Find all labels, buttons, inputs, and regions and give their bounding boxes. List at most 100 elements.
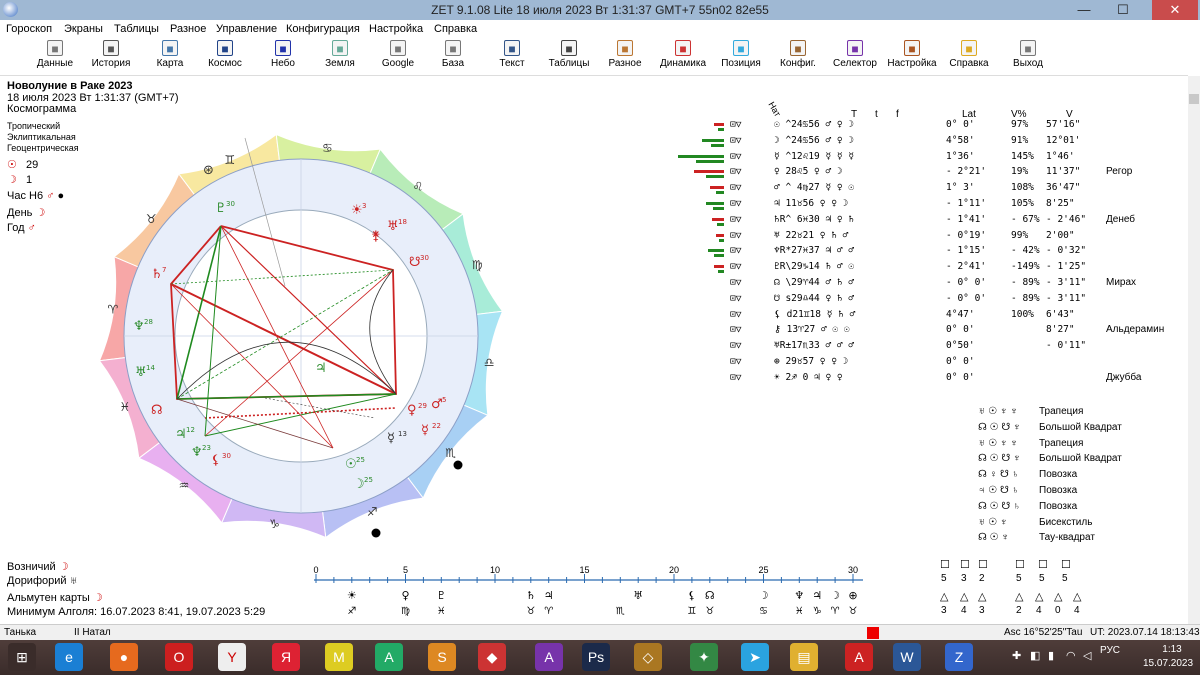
telegram-icon[interactable]: ➤ <box>741 643 769 671</box>
photoshop-icon[interactable]: Ps <box>582 643 610 671</box>
venus-icon[interactable]: ♀ <box>407 403 417 418</box>
minimize-button[interactable]: — <box>1066 0 1102 20</box>
asteroid-icon[interactable]: ⚵ <box>371 229 381 244</box>
config-name[interactable]: Большой Квадрат <box>1039 422 1122 433</box>
table-row[interactable]: ⊡▽ ♇R\29♑14 ♄ ♂ ☉ - 2°41' -149% - 1'25" <box>676 260 1156 275</box>
table-row[interactable]: ⊡▽ ♆R*27♓37 ♃ ♂ ♂ - 1°15' - 42% - 0'32" <box>676 244 1156 259</box>
table-row[interactable]: ⊡▽ ♀ 28♌5 ♀ ♂ ☽ - 2°21' 19% 11'37" Регор <box>676 165 1156 180</box>
mercury-dark-icon[interactable]: ☿ <box>387 431 395 446</box>
table-row[interactable]: ⊡▽ ☽ ^24♋56 ♂ ♀ ☽ 4°58' 91% 12°01' <box>676 134 1156 149</box>
menu-control[interactable]: Управление <box>216 23 277 35</box>
toolbar-dynamics-button[interactable]: ■ Динамика <box>655 40 711 74</box>
toolbar-map-button[interactable]: ■ Карта <box>142 40 198 74</box>
config-name[interactable]: Тау-квадрат <box>1039 532 1095 543</box>
table-row[interactable]: ⊡▽ ☿ ^12♌19 ☿ ☿ ☿ 1°36' 145% 1°46' <box>676 150 1156 165</box>
config-name[interactable]: Трапеция <box>1039 438 1083 449</box>
vertical-scrollbar[interactable] <box>1188 76 1200 624</box>
yandex-browser-icon[interactable]: Y <box>218 643 246 671</box>
toolbar-selector-button[interactable]: ■ Селектор <box>827 40 883 74</box>
app-icon[interactable]: A <box>375 643 403 671</box>
maximize-button[interactable]: ☐ <box>1105 0 1141 20</box>
wifi-icon[interactable]: ◠ <box>1066 649 1076 662</box>
zet-icon[interactable]: Z <box>945 643 973 671</box>
toolbar-data-button[interactable]: ■ Данные <box>27 40 83 74</box>
toolbar-earth-button[interactable]: ■ Земля <box>312 40 368 74</box>
menu-help[interactable]: Справка <box>434 23 477 35</box>
opera-icon[interactable]: O <box>165 643 193 671</box>
sun-icon[interactable]: ☉ <box>345 457 357 472</box>
tray-icon[interactable]: ▮ <box>1048 649 1054 662</box>
pluto-icon[interactable]: ♇ <box>215 201 227 216</box>
start-icon[interactable]: ⊞ <box>8 643 36 671</box>
vertex-icon[interactable]: ♆ <box>191 445 203 460</box>
table-row[interactable]: ⊡▽ ♅ 22♉21 ♀ ♄ ♂ - 0°19' 99% 2'00" <box>676 229 1156 244</box>
config-name[interactable]: Бисекстиль <box>1039 517 1092 528</box>
yandex-icon[interactable]: Я <box>272 643 300 671</box>
toolbar-tables-button[interactable]: ■ Таблицы <box>541 40 597 74</box>
south-node-icon[interactable]: ☋ <box>409 255 421 270</box>
config-name[interactable]: Повозка <box>1039 501 1077 512</box>
table-row[interactable]: ⊡▽ ⊕ 29♉57 ♀ ♀ ☽ 0° 0' <box>676 355 1156 370</box>
neptune-icon[interactable]: ♆ <box>133 319 145 334</box>
table-row[interactable]: ⊡▽ ♄R^ 6♓30 ♃ ♀ ♄ - 1°41' - 67% - 2'46" Денеб <box>676 213 1156 228</box>
menu-configuration[interactable]: Конфигурация <box>286 23 360 35</box>
table-row[interactable]: ⊡▽ ♅R±17♏33 ♂ ♂ ♂ 0°50' - 0'11" <box>676 339 1156 354</box>
jupiter-icon[interactable]: ♃ <box>175 427 187 442</box>
toolbar-exit-button[interactable]: ■ Выход <box>1000 40 1056 74</box>
toolbar-history-button[interactable]: ■ История <box>83 40 139 74</box>
toolbar-sky-button[interactable]: ■ Небо <box>255 40 311 74</box>
pdf-icon[interactable]: A <box>845 643 873 671</box>
app-icon[interactable]: S <box>428 643 456 671</box>
toolbar-misc-button[interactable]: ■ Разное <box>597 40 653 74</box>
table-row[interactable]: ⊡▽ ♃ 11♉56 ♀ ♀ ☽ - 1°11' 105% 8'25" <box>676 197 1156 212</box>
app-icon[interactable]: A <box>535 643 563 671</box>
config-name[interactable]: Трапеция <box>1039 406 1083 417</box>
toolbar-settings-button[interactable]: ■ Настройка <box>884 40 940 74</box>
app-icon[interactable]: M <box>325 643 353 671</box>
toolbar-cosmos-button[interactable]: ■ Космос <box>197 40 253 74</box>
scrollbar-thumb[interactable] <box>1189 94 1199 104</box>
tray-icon[interactable]: ✚ <box>1012 649 1021 662</box>
table-row[interactable]: ⊡▽ ☋ s29♎44 ♀ ♄ ♂ - 0° 0' - 89% - 3'11" <box>676 292 1156 307</box>
mercury-icon[interactable]: ☿ <box>421 423 429 438</box>
word-icon[interactable]: W <box>893 643 921 671</box>
ie-icon[interactable]: e <box>55 643 83 671</box>
table-row[interactable]: ⊡▽ ☉ ^24♋56 ♂ ♀ ☽ 0° 0' 97% 57'16" <box>676 118 1156 133</box>
language-indicator[interactable]: РУС <box>1100 645 1120 656</box>
explorer-icon[interactable]: ▤ <box>790 643 818 671</box>
firefox-icon[interactable]: ● <box>110 643 138 671</box>
toolbar-text-button[interactable]: ■ Текст <box>484 40 540 74</box>
volume-icon[interactable]: ◁ <box>1083 649 1091 662</box>
table-row[interactable]: ⊡▽ ⚷ 13♈27 ♂ ☉ ☉ 0° 0' 8'27" Альдерамин <box>676 323 1164 338</box>
menu-settings[interactable]: Настройка <box>369 23 423 35</box>
tray-icon[interactable]: ◧ <box>1030 649 1040 662</box>
aspect-marker-icon[interactable]: ♃ <box>315 361 327 376</box>
table-row[interactable]: ⊡▽ ⚸ d21♊18 ☿ ♄ ♂ 4°47' 100% 6'43" <box>676 308 1156 323</box>
sun-point-icon[interactable]: ☀ <box>351 203 363 218</box>
config-name[interactable]: Повозка <box>1039 469 1077 480</box>
menu-tables[interactable]: Таблицы <box>114 23 159 35</box>
toolbar-database-button[interactable]: ■ База <box>425 40 481 74</box>
menu-misc[interactable]: Разное <box>170 23 206 35</box>
close-button[interactable]: ✕ <box>1152 0 1198 20</box>
table-row[interactable]: ⊡▽ ☀ 2♐ 0 ♃ ♀ ♀ 0° 0' Джубба <box>676 371 1156 386</box>
menu-screens[interactable]: Экраны <box>64 23 103 35</box>
table-row[interactable]: ⊡▽ ♂ ^ 4♍27 ☿ ♀ ☉ 1° 3' 108% 36'47" <box>676 181 1156 196</box>
menu-horoscope[interactable]: Гороскоп <box>6 23 52 35</box>
uranus-icon[interactable]: ♅ <box>135 365 147 380</box>
config-name[interactable]: Повозка <box>1039 485 1077 496</box>
config-name[interactable]: Большой Квадрат <box>1039 453 1122 464</box>
lilith-icon[interactable]: ⚸ <box>211 453 221 468</box>
north-node-icon[interactable]: ☊ <box>151 403 163 418</box>
mars-icon[interactable]: ♂ <box>431 397 443 412</box>
clock-date[interactable]: 15.07.2023 <box>1143 658 1193 669</box>
scorpio-uranus-icon[interactable]: ♅ <box>387 219 399 234</box>
table-row[interactable]: ⊡▽ ☊ \29♈44 ♂ ♄ ♂ - 0° 0' - 89% - 3'11" Мирах <box>676 276 1156 291</box>
saturn-icon[interactable]: ♄ <box>151 267 163 282</box>
moon-icon[interactable]: ☽ <box>353 477 365 492</box>
app-icon[interactable]: ◆ <box>478 643 506 671</box>
toolbar-position-button[interactable]: ■ Позиция <box>713 40 769 74</box>
asterisk-icon[interactable]: ⊛ <box>203 163 214 178</box>
app-icon[interactable]: ◇ <box>634 643 662 671</box>
toolbar-google-button[interactable]: ■ Google <box>370 40 426 74</box>
